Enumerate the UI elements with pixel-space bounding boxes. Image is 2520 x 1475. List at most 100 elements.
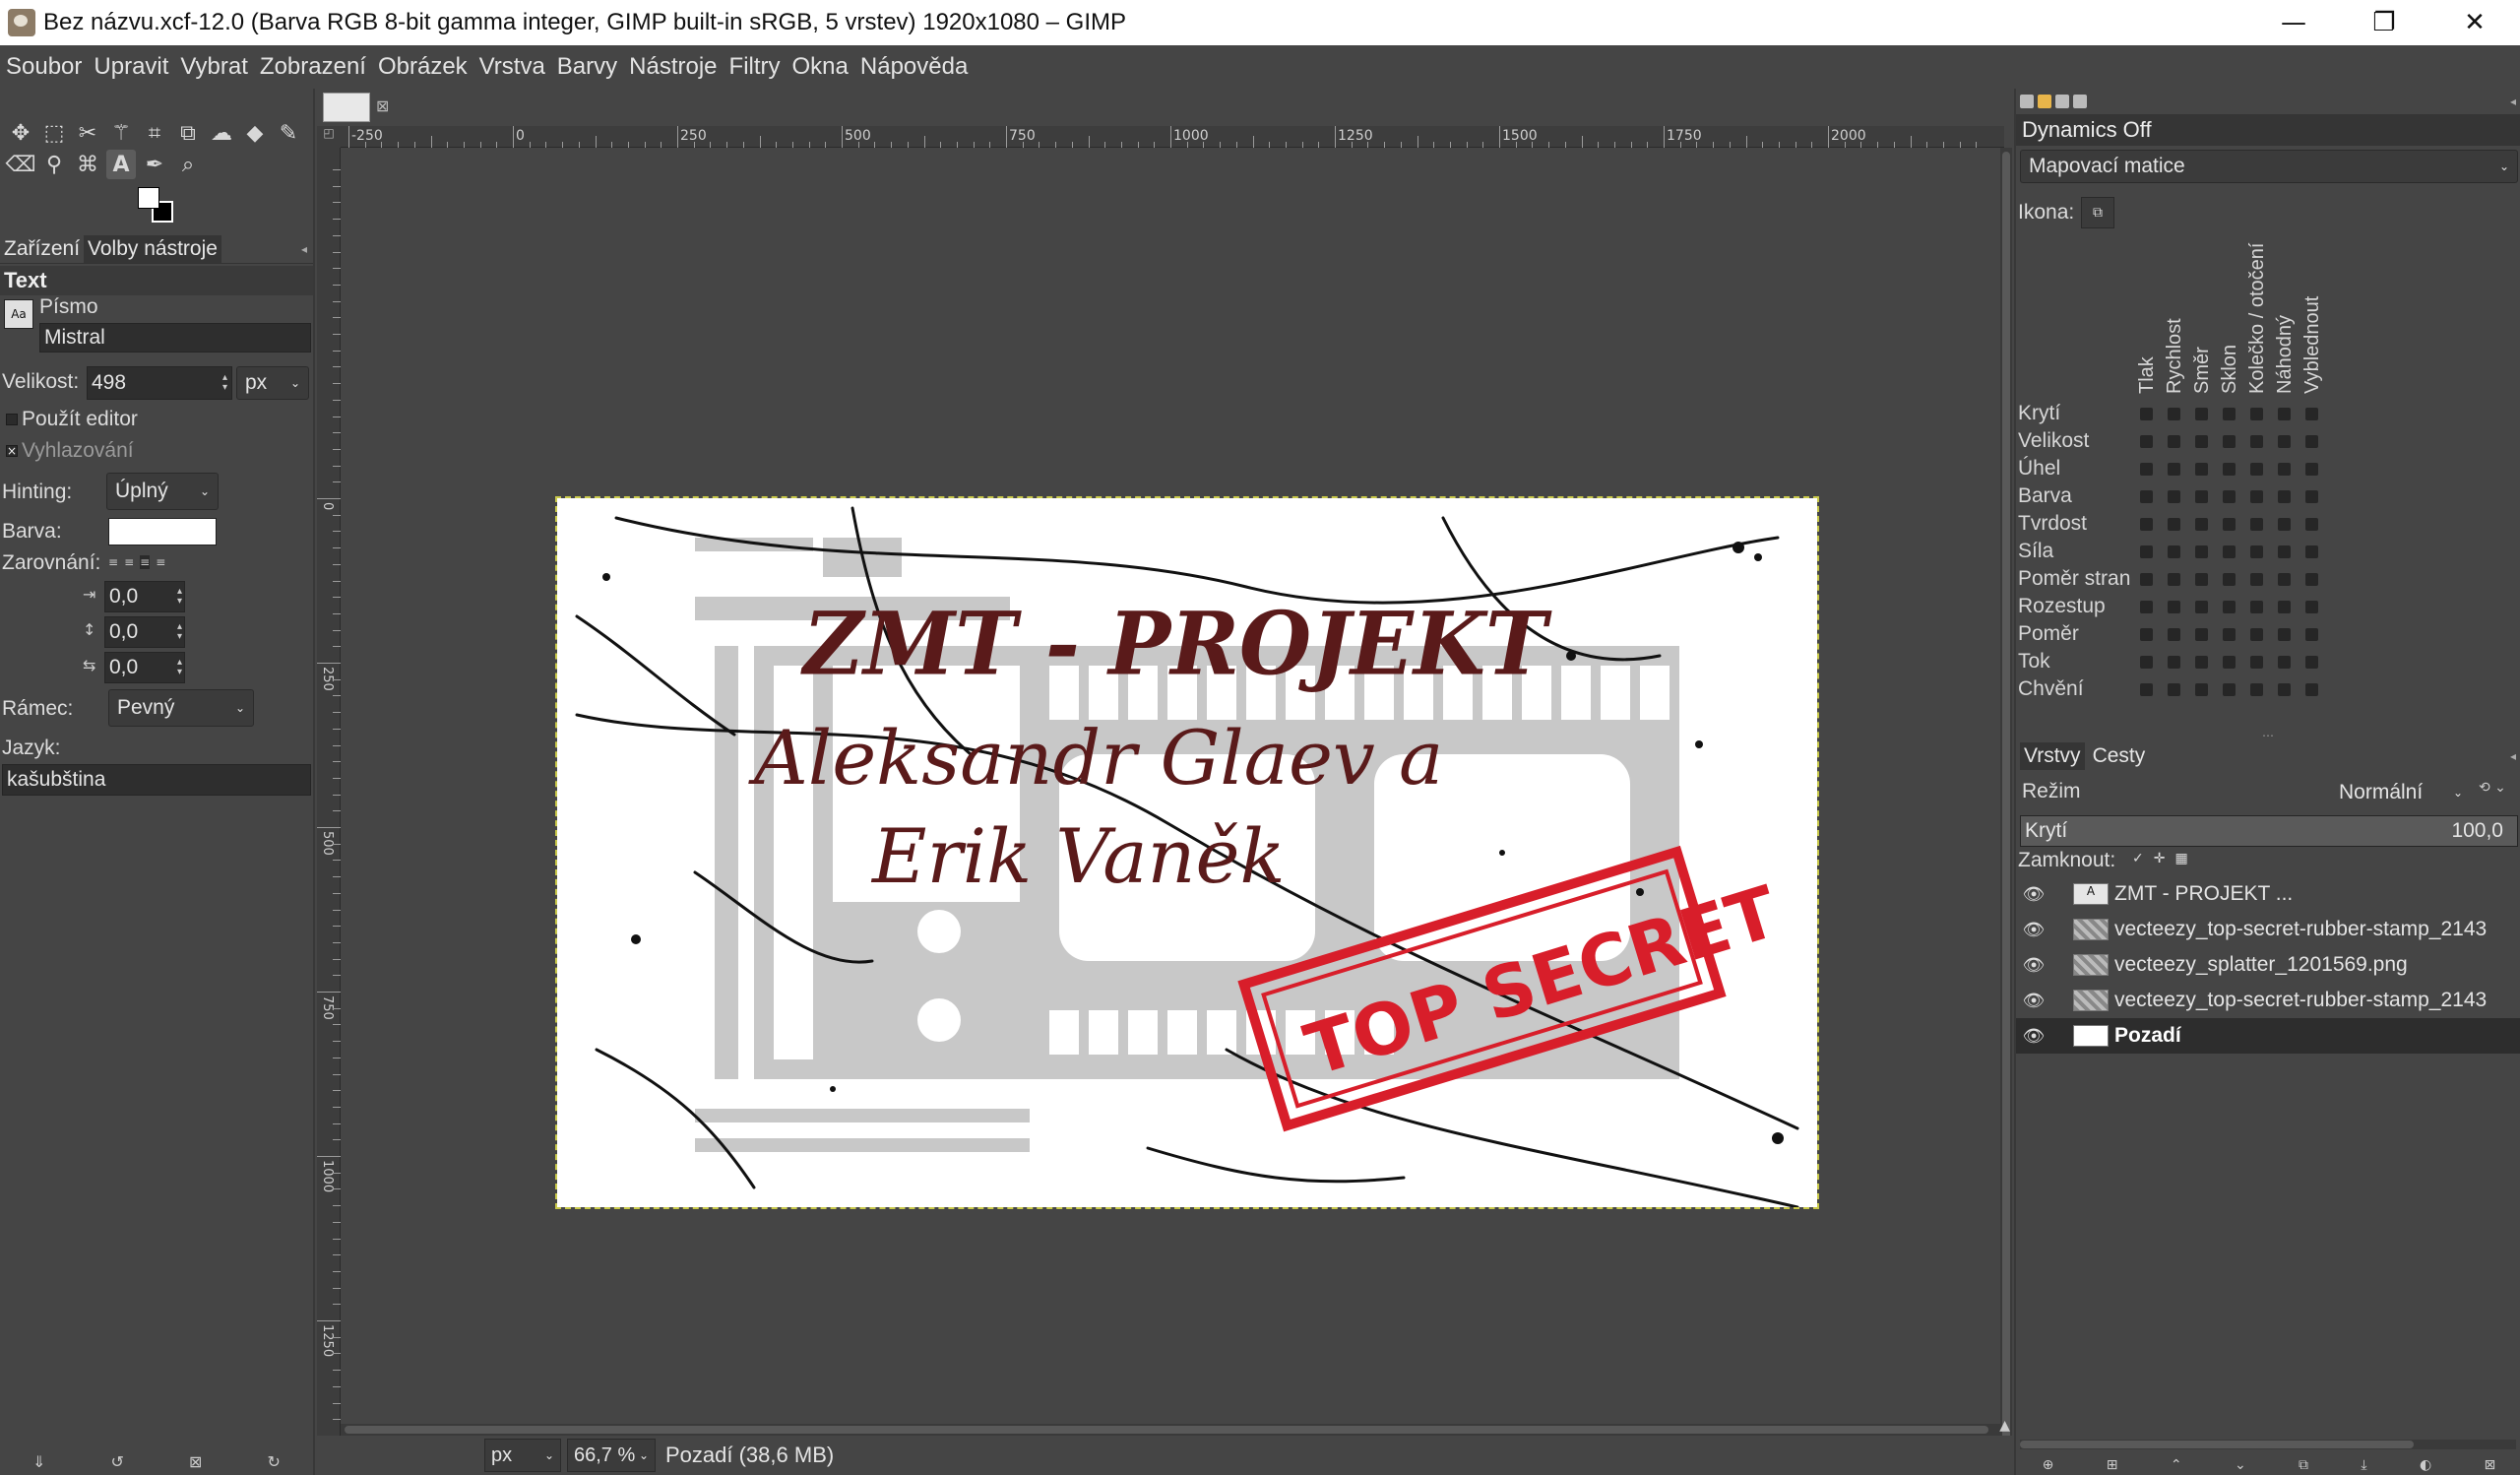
dynamics-matrix-cell[interactable] xyxy=(2140,435,2153,448)
dynamics-matrix-cell[interactable] xyxy=(2223,628,2236,641)
restore-options-icon[interactable]: ↺ xyxy=(111,1452,124,1471)
dynamics-matrix-cell[interactable] xyxy=(2195,518,2208,531)
dynamics-matrix-cell[interactable] xyxy=(2195,435,2208,448)
dynamics-matrix-cell[interactable] xyxy=(2250,408,2263,420)
vertical-scrollbar[interactable] xyxy=(2000,148,2012,1475)
dynamics-view-select[interactable]: Mapovací matice ⌄ xyxy=(2020,150,2518,183)
menu-select[interactable]: Vybrat xyxy=(180,53,247,81)
layer-row[interactable]: 👁 vecteezy_top-secret-rubber-stamp_2143 xyxy=(2016,912,2520,947)
text-icon[interactable]: A xyxy=(106,150,136,179)
dynamics-matrix-cell[interactable] xyxy=(2195,463,2208,476)
tab-paths[interactable]: Cesty xyxy=(2089,742,2150,770)
delete-options-icon[interactable]: ⊠ xyxy=(189,1452,202,1471)
dynamics-matrix-cell[interactable] xyxy=(2223,490,2236,503)
paintbrush-icon[interactable]: ✎ xyxy=(274,118,303,148)
transform-icon[interactable]: ⧉ xyxy=(173,118,203,148)
image-tab-thumbnail[interactable] xyxy=(323,93,370,122)
dynamics-matrix-cell[interactable] xyxy=(2168,656,2180,669)
dynamics-matrix-cell[interactable] xyxy=(2168,545,2180,558)
dynamics-matrix-cell[interactable] xyxy=(2168,628,2180,641)
patterns-tab-icon[interactable] xyxy=(2038,95,2051,108)
dynamics-matrix-cell[interactable] xyxy=(2223,683,2236,696)
pane-resize-handle[interactable]: ⋯ xyxy=(2262,729,2274,742)
foreground-color-swatch[interactable] xyxy=(138,187,159,209)
dynamics-matrix-cell[interactable] xyxy=(2250,628,2263,641)
bucket-fill-icon[interactable]: ◆ xyxy=(240,118,270,148)
menu-layer[interactable]: Vrstva xyxy=(479,53,545,81)
box-select[interactable]: Pevný ⌄ xyxy=(108,689,254,727)
dynamics-matrix-cell[interactable] xyxy=(2168,518,2180,531)
dynamics-matrix-cell[interactable] xyxy=(2195,573,2208,586)
dynamics-matrix-cell[interactable] xyxy=(2278,518,2291,531)
dynamics-matrix-cell[interactable] xyxy=(2195,545,2208,558)
dynamics-matrix-cell[interactable] xyxy=(2250,683,2263,696)
dynamics-matrix-cell[interactable] xyxy=(2223,656,2236,669)
minimize-button[interactable]: — xyxy=(2248,0,2339,45)
free-select-icon[interactable]: ✂ xyxy=(73,118,102,148)
layer-list-scrollbar[interactable] xyxy=(2020,1440,2516,1449)
quick-mask-corner-icon[interactable]: ◰ xyxy=(317,126,341,148)
size-spin-icon[interactable]: ▴ ▾ xyxy=(222,373,227,393)
dynamics-matrix-cell[interactable] xyxy=(2140,628,2153,641)
language-input[interactable]: kašubština xyxy=(2,764,311,796)
dynamics-matrix-cell[interactable] xyxy=(2250,435,2263,448)
menu-windows[interactable]: Okna xyxy=(792,53,849,81)
mode-select[interactable]: Normální ⌄ xyxy=(2331,776,2471,809)
layer-row[interactable]: 👁 Pozadí xyxy=(2016,1018,2520,1054)
dynamics-matrix-cell[interactable] xyxy=(2250,490,2263,503)
unit-select[interactable]: px ⌄ xyxy=(484,1439,561,1472)
dynamics-matrix-cell[interactable] xyxy=(2278,408,2291,420)
font-input[interactable]: Mistral xyxy=(39,323,311,353)
dynamics-matrix-cell[interactable] xyxy=(2305,490,2318,503)
dynamics-matrix-cell[interactable] xyxy=(2223,408,2236,420)
menu-colors[interactable]: Barvy xyxy=(557,53,617,81)
indent-input[interactable]: 0,0 ▴ ▾ xyxy=(104,581,185,612)
use-editor-checkbox[interactable] xyxy=(6,414,18,425)
dynamics-matrix-cell[interactable] xyxy=(2140,408,2153,420)
zoom-icon[interactable]: ⌕ xyxy=(173,150,203,179)
layer-row[interactable]: 👁 A ZMT - PROJEKT ... xyxy=(2016,876,2520,912)
document-image[interactable]: ZMT - PROJEKT Aleksandr Glaev a Erik Van… xyxy=(555,496,1819,1209)
line-spacing-input[interactable]: 0,0 ▴ ▾ xyxy=(104,616,185,648)
dynamics-matrix-cell[interactable] xyxy=(2305,408,2318,420)
dynamics-matrix-cell[interactable] xyxy=(2305,545,2318,558)
size-input[interactable]: 498 ▴ ▾ xyxy=(87,366,232,400)
horizontal-scrollbar[interactable] xyxy=(341,1424,2000,1436)
dynamics-matrix-cell[interactable] xyxy=(2278,463,2291,476)
color-picker-icon[interactable]: ✒ xyxy=(140,150,169,179)
indent-spin-icon[interactable]: ▴ ▾ xyxy=(177,587,182,607)
paths-icon[interactable]: ⌘ xyxy=(73,150,102,179)
dynamics-matrix-cell[interactable] xyxy=(2250,601,2263,613)
menu-view[interactable]: Zobrazení xyxy=(260,53,366,81)
justify-fill-icon[interactable]: ≡ xyxy=(156,555,165,569)
menu-filters[interactable]: Filtry xyxy=(729,53,781,81)
dynamics-matrix-cell[interactable] xyxy=(2278,628,2291,641)
dynamics-matrix-cell[interactable] xyxy=(2140,573,2153,586)
dynamics-matrix-cell[interactable] xyxy=(2305,573,2318,586)
dynamics-matrix-cell[interactable] xyxy=(2305,518,2318,531)
dynamics-matrix-cell[interactable] xyxy=(2278,573,2291,586)
brushes-tab-icon[interactable] xyxy=(2020,95,2034,108)
dynamics-matrix-cell[interactable] xyxy=(2223,573,2236,586)
dynamics-matrix-cell[interactable] xyxy=(2305,628,2318,641)
justify-left-icon[interactable]: ≡ xyxy=(108,555,118,569)
dynamics-tab-icon[interactable] xyxy=(2073,95,2087,108)
dock-menu-icon[interactable]: ◂ xyxy=(301,242,307,256)
dynamics-matrix-cell[interactable] xyxy=(2250,573,2263,586)
crop-icon[interactable]: ⌗ xyxy=(140,118,169,148)
dynamics-matrix-cell[interactable] xyxy=(2278,656,2291,669)
fg-bg-colors[interactable] xyxy=(138,187,177,226)
dynamics-matrix-cell[interactable] xyxy=(2250,545,2263,558)
dynamics-matrix-cell[interactable] xyxy=(2278,601,2291,613)
dynamics-matrix-cell[interactable] xyxy=(2305,683,2318,696)
dynamics-matrix-cell[interactable] xyxy=(2223,463,2236,476)
dynamics-matrix-cell[interactable] xyxy=(2140,490,2153,503)
lower-layer-icon[interactable]: ⌄ xyxy=(2235,1457,2246,1473)
move-icon[interactable]: ✥ xyxy=(6,118,35,148)
duplicate-layer-icon[interactable]: ⧉ xyxy=(2299,1457,2308,1473)
dynamics-matrix-cell[interactable] xyxy=(2140,545,2153,558)
zoom-select[interactable]: 66,7 % ⌄ xyxy=(567,1439,656,1472)
dynamics-matrix-cell[interactable] xyxy=(2168,408,2180,420)
dynamics-matrix-cell[interactable] xyxy=(2140,683,2153,696)
dynamics-matrix-cell[interactable] xyxy=(2223,435,2236,448)
